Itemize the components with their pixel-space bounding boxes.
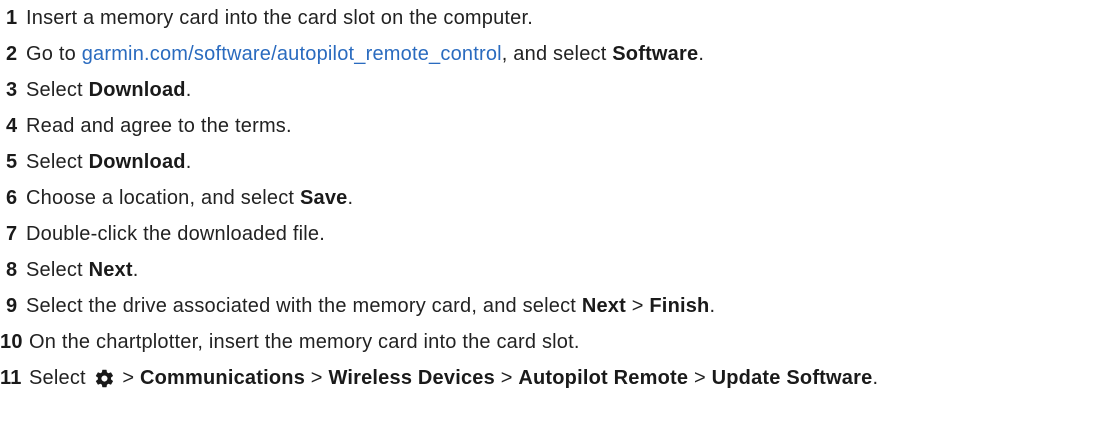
- step-text-suffix: .: [347, 186, 354, 209]
- step-number: 8: [6, 258, 18, 281]
- step-number: 6: [6, 186, 18, 209]
- gear-icon: [95, 369, 113, 387]
- software-download-link[interactable]: garmin.com/software/autopilot_remote_con…: [82, 43, 502, 66]
- menu-separator: >: [500, 366, 513, 389]
- step-text-suffix: .: [709, 294, 716, 317]
- step-5: 5 Select Download.: [0, 146, 191, 178]
- wireless-devices-ui-label: Wireless Devices: [328, 366, 495, 389]
- step-8: 8 Select Next.: [0, 254, 138, 286]
- step-text: Insert a memory card into the card slot …: [26, 6, 533, 29]
- download-ui-label: Download: [88, 78, 186, 101]
- step-number: 1: [6, 6, 18, 29]
- step-9: 9 Select the drive associated with the m…: [0, 290, 715, 322]
- step-text: Double-click the downloaded file.: [26, 222, 325, 245]
- step-text: Read and agree to the terms.: [26, 114, 292, 137]
- step-text-prefix: Select the drive associated with the mem…: [26, 294, 577, 317]
- autopilot-remote-ui-label: Autopilot Remote: [518, 366, 689, 389]
- step-number: 5: [6, 150, 18, 173]
- update-software-ui-label: Update Software: [711, 366, 873, 389]
- next-ui-label: Next: [581, 294, 626, 317]
- communications-ui-label: Communications: [139, 366, 306, 389]
- step-number: 2: [6, 42, 18, 65]
- step-10: 10 On the chartplotter, insert the memor…: [0, 326, 580, 358]
- software-ui-label: Software: [612, 42, 699, 65]
- menu-separator: >: [310, 366, 323, 389]
- finish-ui-label: Finish: [649, 294, 710, 317]
- step-text-prefix: Select: [26, 258, 83, 281]
- save-ui-label: Save: [299, 186, 348, 209]
- step-number: 11: [0, 366, 22, 389]
- step-text-middle: , and select: [501, 42, 607, 65]
- step-text-prefix: Select: [26, 150, 83, 173]
- step-number: 7: [6, 222, 18, 245]
- step-number: 9: [6, 294, 18, 317]
- step-11: 11 Select > Communications > Wireless De…: [0, 362, 878, 394]
- step-number: 3: [6, 78, 18, 101]
- step-text-prefix: Go to: [26, 42, 76, 65]
- step-number: 4: [6, 114, 18, 137]
- step-text-suffix: .: [185, 78, 192, 101]
- step-text: On the chartplotter, insert the memory c…: [29, 330, 580, 353]
- step-text-suffix: .: [872, 366, 879, 389]
- step-3: 3 Select Download.: [0, 74, 191, 106]
- next-ui-label: Next: [88, 258, 133, 281]
- step-2: 2 Go to garmin.com/software/autopilot_re…: [0, 38, 704, 70]
- step-text-suffix: .: [185, 150, 192, 173]
- step-1: 1 Insert a memory card into the card slo…: [0, 2, 533, 34]
- step-number: 10: [0, 330, 23, 353]
- step-text-suffix: .: [132, 258, 139, 281]
- step-text-prefix: Select: [26, 78, 83, 101]
- menu-separator: >: [693, 366, 706, 389]
- step-6: 6 Choose a location, and select Save.: [0, 182, 353, 214]
- menu-separator: >: [122, 366, 135, 389]
- download-ui-label: Download: [88, 150, 186, 173]
- step-4: 4 Read and agree to the terms.: [0, 110, 292, 142]
- step-text-suffix: .: [698, 42, 705, 65]
- step-text-prefix: Select: [29, 366, 86, 389]
- step-text-prefix: Choose a location, and select: [26, 186, 295, 209]
- step-7: 7 Double-click the downloaded file.: [0, 218, 325, 250]
- menu-separator: >: [631, 294, 644, 317]
